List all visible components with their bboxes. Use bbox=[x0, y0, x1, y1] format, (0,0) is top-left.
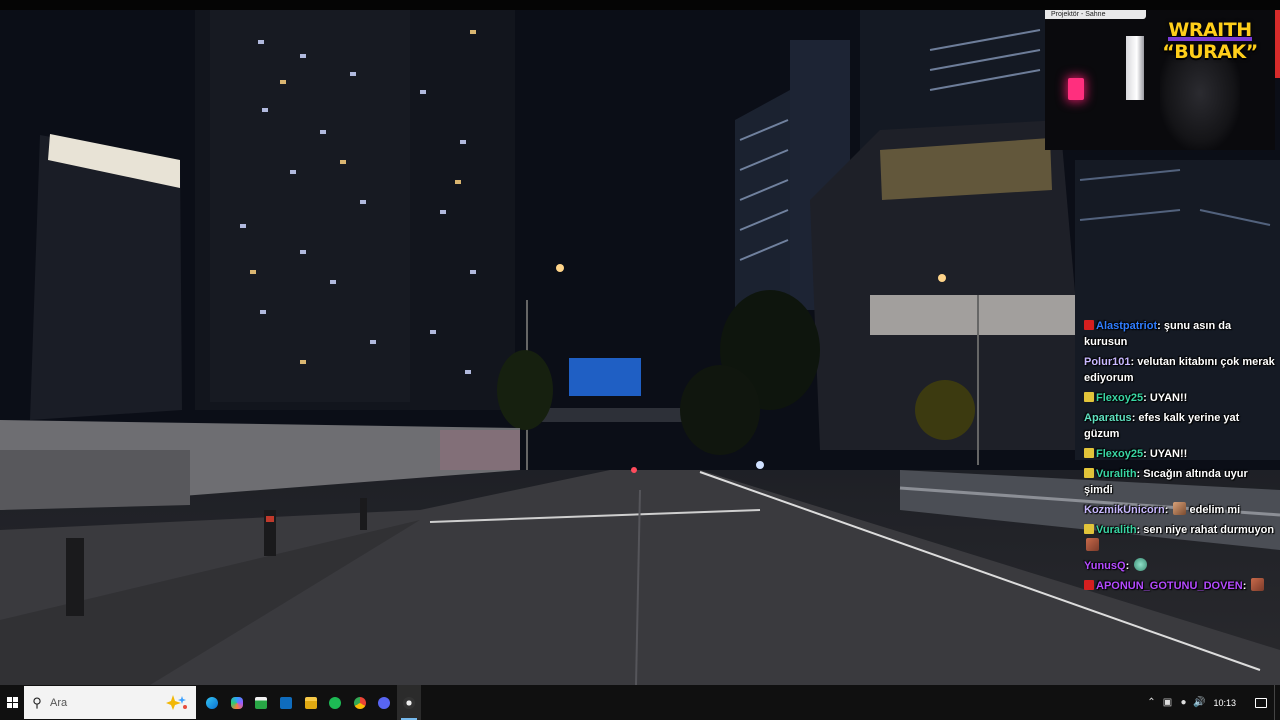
pepe-emote-icon bbox=[1134, 558, 1148, 571]
network-icon[interactable]: ▣ bbox=[1159, 697, 1175, 708]
chat-message: APONUN_GOTUNU_DOVEN: bbox=[1080, 578, 1276, 594]
chat-text bbox=[1129, 560, 1132, 572]
chat-text: sen niye rahat durmuyon bbox=[1140, 524, 1275, 536]
outlook-icon[interactable] bbox=[274, 685, 299, 720]
show-desktop-button[interactable] bbox=[1274, 685, 1280, 720]
bits-badge-icon bbox=[1084, 468, 1094, 478]
search-icon: ⚲ bbox=[32, 694, 42, 710]
obs-icon[interactable] bbox=[396, 685, 422, 720]
chat-message: KozmikUnicorn: edelim mi bbox=[1084, 502, 1241, 516]
streamer-name-logo: WRAITH “BURAK” bbox=[1150, 20, 1270, 62]
webcam-streamer bbox=[1160, 55, 1240, 150]
chat-message: Flexoy25: UYAN!! bbox=[1080, 390, 1276, 406]
chevron-up-icon[interactable]: ⌃ bbox=[1143, 697, 1159, 708]
chat-username: Aparatus bbox=[1084, 412, 1132, 424]
bits-badge-icon bbox=[1084, 392, 1094, 402]
chat-text: UYAN!! bbox=[1146, 448, 1188, 460]
chat-message: Alastpatriot: şunu asın da kurusun bbox=[1084, 320, 1232, 348]
chat-text: edelim mi bbox=[1186, 504, 1241, 516]
cat-emote-icon bbox=[1086, 538, 1099, 551]
search-placeholder: Ara bbox=[50, 696, 68, 709]
spotify-icon[interactable] bbox=[323, 685, 348, 720]
sub-badge-icon bbox=[1084, 320, 1094, 330]
sub-badge-icon bbox=[1084, 580, 1094, 590]
chat-message: Vuralith: Sıcağın altında uyur şimdi bbox=[1084, 468, 1248, 496]
search-highlight-icon bbox=[166, 695, 187, 710]
file-explorer-icon[interactable] bbox=[298, 685, 323, 720]
chat-message: Flexoy25: UYAN!! bbox=[1080, 446, 1276, 462]
chat-username: KozmikUnicorn bbox=[1084, 504, 1165, 516]
chat-username: Flexoy25 bbox=[1096, 448, 1144, 460]
webcam-red-edge bbox=[1275, 10, 1280, 78]
taskbar-clock[interactable]: 10:13 bbox=[1207, 698, 1248, 708]
chat-username: Vuralith bbox=[1096, 468, 1137, 480]
chat-text: UYAN!! bbox=[1146, 392, 1188, 404]
volume-icon[interactable]: 🔊 bbox=[1191, 697, 1207, 708]
chat-message: YunusQ: bbox=[1080, 558, 1276, 574]
chat-username: Alastpatriot bbox=[1096, 320, 1158, 332]
chat-username: Vuralith bbox=[1096, 524, 1137, 536]
streamer-name-line1: WRAITH bbox=[1150, 20, 1270, 41]
bits-badge-icon bbox=[1084, 524, 1094, 534]
window-top-strip bbox=[0, 0, 1280, 10]
edge-icon[interactable] bbox=[200, 685, 225, 720]
store-icon[interactable] bbox=[249, 685, 274, 720]
copilot-icon[interactable] bbox=[225, 685, 250, 720]
windows-logo-icon bbox=[6, 697, 18, 708]
chat-message: Vuralith: sen niye rahat durmuyon bbox=[1080, 522, 1276, 554]
taskbar: ⚲ Ara ⌃ ▣ ● 🔊 10:13 bbox=[0, 685, 1280, 720]
webcam-pink-light bbox=[1068, 78, 1084, 100]
microphone-icon[interactable]: ● bbox=[1175, 697, 1191, 708]
webcam-white-light bbox=[1126, 36, 1144, 100]
discord-icon[interactable] bbox=[372, 685, 397, 720]
chat-username: Polur101 bbox=[1084, 356, 1131, 368]
chat-text bbox=[1246, 580, 1249, 592]
streamer-name-line2: “BURAK” bbox=[1162, 41, 1258, 63]
chrome-icon[interactable] bbox=[348, 685, 373, 720]
cat-emote-icon bbox=[1251, 578, 1265, 591]
taskbar-pinned-apps bbox=[200, 685, 422, 720]
chat-username: APONUN_GOTUNU_DOVEN bbox=[1096, 580, 1243, 592]
chat-message-cutoff bbox=[1080, 306, 1276, 314]
chat-message: Polur101: velutan kitabını çok merak edi… bbox=[1084, 356, 1275, 384]
chat-username: Flexoy25 bbox=[1096, 392, 1144, 404]
chat-username: YunusQ bbox=[1084, 560, 1126, 572]
face-emote-icon bbox=[1173, 502, 1187, 515]
notification-center-icon[interactable] bbox=[1248, 685, 1274, 720]
webcam-window-tab: Projektör - Sahne bbox=[1045, 10, 1146, 19]
system-tray: ⌃ ▣ ● 🔊 10:13 bbox=[1143, 685, 1280, 720]
start-button[interactable] bbox=[0, 685, 24, 720]
chat-message: Aparatus: efes kalk yerine yat güzum bbox=[1084, 412, 1240, 440]
taskbar-search-box[interactable]: ⚲ Ara bbox=[24, 686, 196, 719]
bits-badge-icon bbox=[1084, 448, 1094, 458]
chat-overlay: Alastpatriot: şunu asın da kurusun Polur… bbox=[1080, 314, 1276, 598]
